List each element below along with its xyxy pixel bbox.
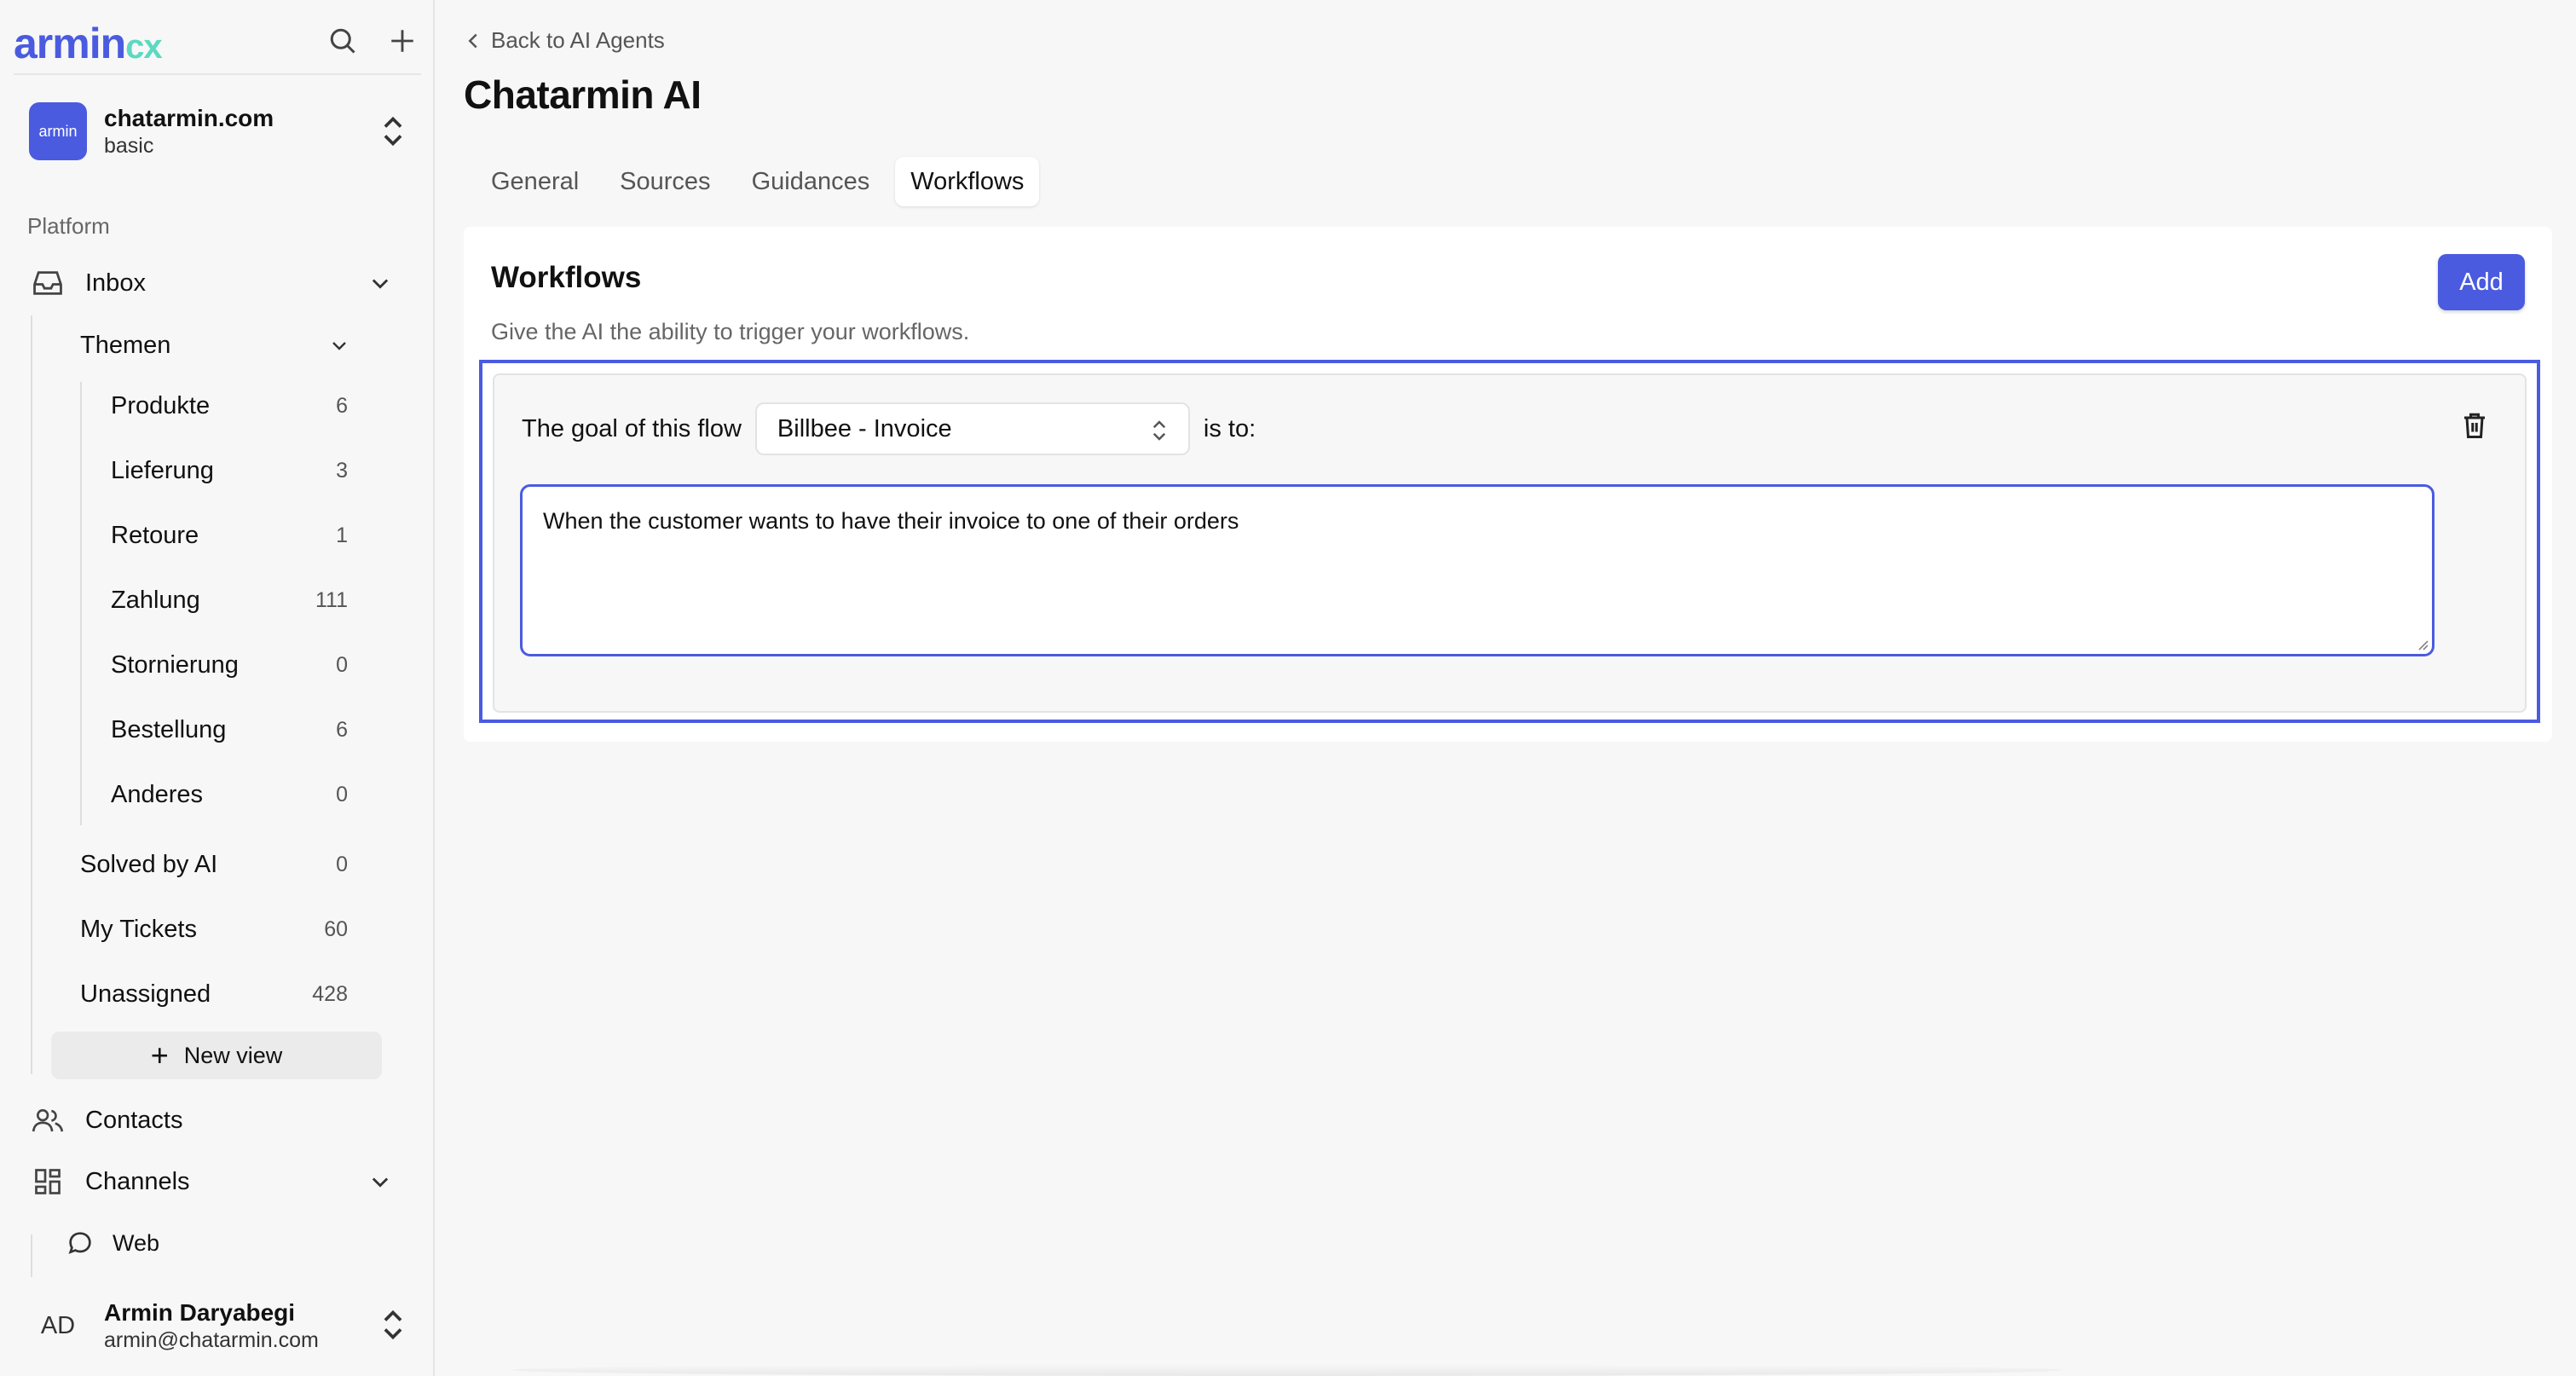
sidebar-item-bestellung[interactable]: Bestellung 6 xyxy=(111,713,349,747)
users-icon xyxy=(31,1103,65,1137)
count-badge: 1 xyxy=(336,523,348,547)
org-avatar: armin xyxy=(29,102,87,160)
sidebar-item-unassigned[interactable]: Unassigned 428 xyxy=(80,977,353,1011)
sidebar-item-stornierung[interactable]: Stornierung 0 xyxy=(111,648,349,682)
plus-icon: + xyxy=(150,1038,169,1072)
chevron-down-icon[interactable] xyxy=(329,335,349,356)
chat-bubble-icon xyxy=(63,1226,97,1260)
count-badge: 60 xyxy=(324,916,348,941)
grid-icon xyxy=(31,1165,65,1199)
sidebar-item-anderes[interactable]: Anderes 0 xyxy=(111,778,349,812)
user-name: Armin Daryabegi xyxy=(104,1299,296,1326)
chevron-down-icon[interactable] xyxy=(368,271,392,295)
org-plan: basic xyxy=(104,134,154,158)
page-title: Chatarmin AI xyxy=(464,72,702,117)
sidebar-item-inbox[interactable]: Inbox xyxy=(31,264,406,302)
sidebar-item-themen[interactable]: Themen xyxy=(80,328,353,362)
add-button[interactable]: Add xyxy=(2438,254,2525,310)
sidebar-item-retoure[interactable]: Retoure 1 xyxy=(111,518,349,552)
tab-workflows[interactable]: Workflows xyxy=(895,157,1040,206)
count-badge: 6 xyxy=(336,717,348,742)
sidebar-item-channels[interactable]: Channels xyxy=(31,1163,406,1200)
tab-guidances[interactable]: Guidances xyxy=(736,157,886,206)
tab-general[interactable]: General xyxy=(476,157,594,206)
sidebar-item-web[interactable]: Web xyxy=(63,1226,319,1260)
sidebar-item-label: Inbox xyxy=(85,269,146,297)
sidebar-item-solved-by-ai[interactable]: Solved by AI 0 xyxy=(80,847,353,882)
sidebar-item-zahlung[interactable]: Zahlung 111 xyxy=(111,583,349,617)
logo: armincx xyxy=(14,20,163,67)
sidebar-item-label: Themen xyxy=(80,331,171,359)
workflow-description-input[interactable]: When the customer wants to have their in… xyxy=(520,484,2434,656)
sidebar-item-produkte[interactable]: Produkte 6 xyxy=(111,389,349,423)
chevron-down-icon[interactable] xyxy=(368,1170,392,1194)
inbox-icon xyxy=(31,266,65,300)
count-badge: 0 xyxy=(336,852,348,876)
divider xyxy=(14,73,421,75)
workflow-item: The goal of this flow Billbee - Invoice … xyxy=(493,373,2527,713)
chevron-updown-icon xyxy=(380,114,406,148)
resize-handle-icon[interactable] xyxy=(2417,639,2429,650)
user-email: armin@chatarmin.com xyxy=(104,1328,319,1352)
workflows-card: Workflows Give the AI the ability to tri… xyxy=(464,227,2552,742)
chevron-updown-icon xyxy=(1151,418,1168,443)
count-badge: 0 xyxy=(336,782,348,807)
search-icon[interactable] xyxy=(324,22,361,60)
section-subtitle: Give the AI the ability to trigger your … xyxy=(491,319,970,344)
tab-sources[interactable]: Sources xyxy=(604,157,725,206)
section-title: Workflows xyxy=(491,261,642,294)
section-label-platform: Platform xyxy=(27,213,110,239)
trash-icon[interactable] xyxy=(2462,411,2487,440)
sidebar: armincx armin chatarmin.com basic Platfo… xyxy=(0,0,435,1376)
back-link[interactable]: Back to AI Agents xyxy=(467,27,665,54)
sidebar-top-actions xyxy=(324,22,421,60)
count-badge: 6 xyxy=(336,393,348,418)
workflow-select[interactable]: Billbee - Invoice xyxy=(754,402,1190,455)
avatar: AD xyxy=(40,1311,76,1339)
sidebar-item-my-tickets[interactable]: My Tickets 60 xyxy=(80,912,353,946)
chevron-left-icon xyxy=(467,32,479,49)
flow-prefix-label: The goal of this flow xyxy=(522,414,742,442)
org-name: chatarmin.com xyxy=(104,105,274,131)
count-badge: 428 xyxy=(312,981,348,1006)
tab-bar: General Sources Guidances Workflows xyxy=(476,157,1049,206)
workflow-item-focus: The goal of this flow Billbee - Invoice … xyxy=(479,360,2540,723)
chevron-updown-icon xyxy=(380,1308,406,1342)
count-badge: 111 xyxy=(315,587,348,612)
new-view-button[interactable]: + New view xyxy=(51,1032,382,1079)
user-switcher[interactable]: AD Armin Daryabegi armin@chatarmin.com xyxy=(14,1296,421,1356)
sidebar-item-contacts[interactable]: Contacts xyxy=(31,1101,406,1139)
count-badge: 0 xyxy=(336,652,348,677)
count-badge: 3 xyxy=(336,458,348,483)
sidebar-item-lieferung[interactable]: Lieferung 3 xyxy=(111,454,349,488)
org-switcher[interactable]: armin chatarmin.com basic xyxy=(14,95,421,167)
flow-suffix-label: is to: xyxy=(1203,414,1256,442)
plus-icon[interactable] xyxy=(384,22,421,60)
workflow-select-value: Billbee - Invoice xyxy=(777,414,952,442)
